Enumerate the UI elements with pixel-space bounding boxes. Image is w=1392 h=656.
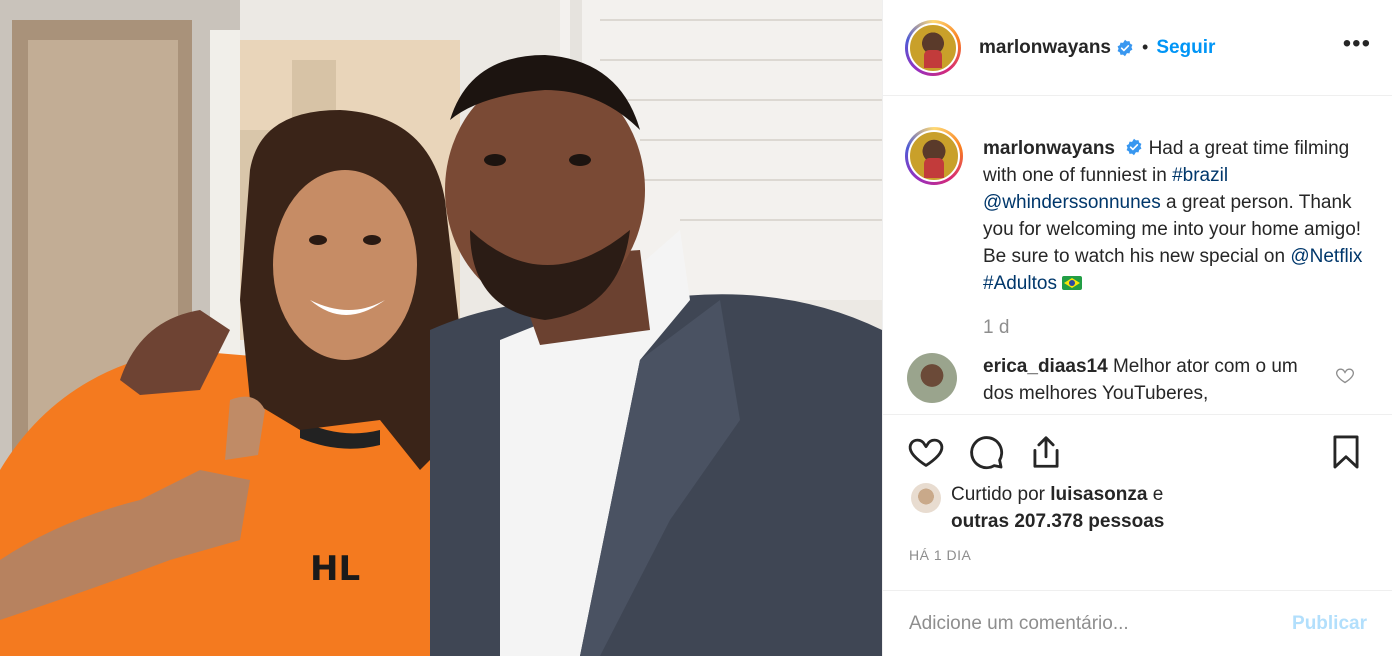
hashtag-brazil[interactable]: #brazil: [1172, 165, 1228, 186]
share-icon[interactable]: [1027, 433, 1065, 471]
hashtag-adultos[interactable]: #Adultos: [983, 273, 1057, 294]
comment-icon[interactable]: [967, 433, 1005, 471]
likes-summary: Curtido por luisasonza e outras 207.378 …: [911, 481, 1164, 535]
post-age[interactable]: HÁ 1 DIA: [909, 547, 971, 563]
comment-input[interactable]: [909, 612, 1293, 635]
heart-icon[interactable]: [907, 433, 945, 471]
post-actions: Curtido por luisasonza e outras 207.378 …: [883, 414, 1392, 574]
likes-others-count[interactable]: outras 207.378 pessoas: [951, 511, 1164, 532]
liker-avatar[interactable]: [911, 483, 941, 513]
commenter-avatar[interactable]: [907, 353, 957, 403]
likes-text: Curtido por luisasonza e outras 207.378 …: [951, 481, 1164, 535]
comment-like-heart-icon[interactable]: [1335, 365, 1355, 385]
post-caption: marlonwayans Had a great time filming wi…: [905, 127, 1375, 297]
add-comment-bar: Publicar: [883, 590, 1392, 656]
author-avatar[interactable]: [905, 19, 961, 76]
comment-text: erica_diaas14 Melhor ator com o um dos m…: [983, 353, 1323, 407]
verified-badge-icon: [1126, 138, 1142, 156]
post-image: HL: [0, 0, 882, 656]
caption-username[interactable]: marlonwayans: [983, 138, 1115, 159]
publish-button[interactable]: Publicar: [1292, 613, 1367, 635]
verified-badge-icon: [1117, 39, 1133, 56]
likes-prefix: Curtido por: [951, 484, 1051, 505]
more-options-icon[interactable]: •••: [1343, 32, 1371, 56]
post-header: marlonwayans • Seguir •••: [883, 0, 1392, 96]
svg-text:HL: HL: [310, 549, 360, 589]
header-separator: •: [1142, 37, 1149, 57]
commenter-username[interactable]: erica_diaas14: [983, 356, 1108, 377]
comments-area[interactable]: marlonwayans Had a great time filming wi…: [883, 97, 1392, 414]
author-username[interactable]: marlonwayans: [979, 37, 1111, 59]
mention-netflix[interactable]: @Netflix: [1290, 246, 1362, 267]
post-side-panel: marlonwayans • Seguir ••• marlonwayans H…: [882, 0, 1392, 656]
mention-whinderssonnunes[interactable]: @whinderssonnunes: [983, 192, 1161, 213]
caption-avatar[interactable]: [905, 127, 963, 185]
bookmark-icon[interactable]: [1327, 433, 1365, 471]
caption-text: marlonwayans Had a great time filming wi…: [983, 135, 1363, 297]
caption-age[interactable]: 1 d: [983, 317, 1009, 339]
brazil-flag-icon: [1062, 276, 1083, 290]
liker-username[interactable]: luisasonza: [1050, 484, 1147, 505]
likes-joiner: e: [1147, 484, 1164, 505]
comment-item: erica_diaas14 Melhor ator com o um dos m…: [907, 353, 1377, 407]
post-photo[interactable]: HL: [0, 0, 882, 656]
follow-button[interactable]: Seguir: [1156, 37, 1215, 59]
